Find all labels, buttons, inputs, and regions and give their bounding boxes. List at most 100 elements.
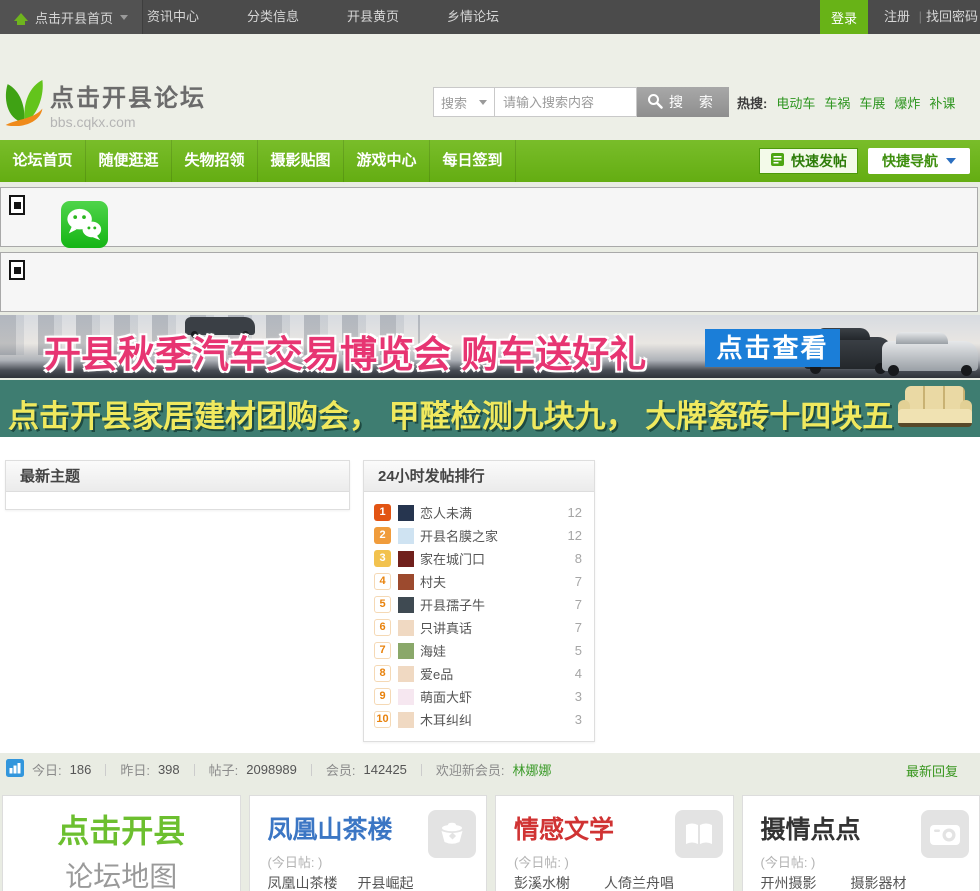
ranking-username[interactable]: 海娃 bbox=[420, 641, 446, 660]
main-content: 最新主题 24小时发帖排行 1 恋人未满 12 2 开县名膜之家 12 3 家在… bbox=[0, 437, 980, 753]
chevron-down-icon bbox=[946, 158, 956, 164]
nav-browse[interactable]: 随便逛逛 bbox=[86, 140, 172, 182]
ranking-username[interactable]: 爱e品 bbox=[420, 664, 453, 683]
literature-link-1[interactable]: 彭溪水榭 bbox=[514, 873, 604, 891]
forum-homepage: 点击开县首页 资讯中心 分类信息 开县黄页 乡情论坛 登录 注册 | 找回密码 … bbox=[0, 0, 980, 891]
quick-post-button[interactable]: 快速发帖 bbox=[759, 148, 858, 174]
photography-link-2[interactable]: 摄影器材 bbox=[851, 873, 907, 891]
furniture-banner[interactable]: 点击开县家居建材团购会， 甲醛检测九块九， 大牌瓷砖十四块五 bbox=[0, 380, 980, 437]
literature-link-2[interactable]: 人倚兰舟唱 bbox=[604, 873, 674, 891]
post-count: 3 bbox=[574, 689, 582, 704]
teahouse-link-1[interactable]: 凤凰山茶楼 bbox=[268, 873, 358, 891]
latest-topics-panel: 最新主题 bbox=[5, 460, 350, 510]
ad-slot-1[interactable] bbox=[0, 187, 978, 248]
user-avatar bbox=[398, 711, 414, 728]
forum-map-title[interactable]: 点击开县 bbox=[3, 806, 240, 852]
ranking-username[interactable]: 只讲真话 bbox=[420, 618, 472, 637]
search-category-select[interactable]: 搜索 bbox=[433, 87, 495, 117]
user-avatar bbox=[398, 665, 414, 682]
chevron-down-icon bbox=[479, 99, 487, 105]
hot-link-tutoring[interactable]: 补课 bbox=[929, 93, 955, 112]
rank-badge: 9 bbox=[374, 688, 391, 705]
teacup-icon bbox=[428, 810, 476, 858]
user-avatar bbox=[398, 527, 414, 544]
post-count: 12 bbox=[567, 505, 582, 520]
search-button[interactable]: 搜 索 bbox=[637, 87, 729, 117]
quick-nav-button[interactable]: 快捷导航 bbox=[868, 148, 970, 174]
search-button-label: 搜 索 bbox=[669, 94, 719, 110]
ad-slot-2[interactable] bbox=[0, 252, 978, 312]
broken-image-icon bbox=[9, 260, 25, 280]
car-graphic bbox=[882, 332, 978, 376]
stat-posts-label: 帖子: bbox=[208, 763, 239, 778]
literature-card: 情感文学 (今日帖: ) 彭溪水榭 人倚兰舟唱 bbox=[495, 795, 734, 891]
broken-image-icon bbox=[9, 195, 25, 215]
forgot-password-link[interactable]: 找回密码 bbox=[926, 0, 978, 34]
topbar-home-menu[interactable]: 点击开县首页 bbox=[0, 0, 144, 34]
stat-today-value: 186 bbox=[69, 762, 92, 777]
site-header: 点击开县论坛 bbs.cqkx.com 搜索 搜 索 热搜: 电动车 车祸 车展… bbox=[0, 34, 980, 140]
nav-forum-home[interactable]: 论坛首页 bbox=[0, 140, 86, 182]
ranking-username[interactable]: 木耳纠纠 bbox=[420, 710, 472, 729]
teahouse-link-2[interactable]: 开县崛起 bbox=[358, 873, 414, 891]
search-category-value: 搜索 bbox=[441, 95, 468, 111]
ranking-row: 7 海娃 5 bbox=[374, 639, 582, 662]
hot-link-autoshow[interactable]: 车展 bbox=[859, 93, 885, 112]
hot-search: 热搜: 电动车 车祸 车展 爆炸 补课 bbox=[737, 93, 955, 112]
topbar-item-yellowpages[interactable]: 开县黄页 bbox=[323, 0, 423, 34]
topbar-item-hometown-forum[interactable]: 乡情论坛 bbox=[423, 0, 523, 34]
ranking-username[interactable]: 家在城门口 bbox=[420, 549, 485, 568]
latest-reply-link[interactable]: 最新回复 bbox=[906, 761, 958, 780]
home-icon bbox=[14, 13, 28, 25]
car-expo-banner[interactable]: 开县秋季汽车交易博览会 购车送好礼 点击查看 bbox=[0, 315, 980, 378]
ranking-username[interactable]: 开县名膜之家 bbox=[420, 526, 498, 545]
nav-lost-found[interactable]: 失物招领 bbox=[172, 140, 258, 182]
user-avatar bbox=[398, 504, 414, 521]
main-nav: 论坛首页 随便逛逛 失物招领 摄影贴图 游戏中心 每日签到 快速发帖 快捷导航 bbox=[0, 140, 980, 182]
ranking-username[interactable]: 萌面大虾 bbox=[420, 687, 472, 706]
search-input[interactable] bbox=[495, 87, 637, 117]
hot-link-accident[interactable]: 车祸 bbox=[824, 93, 850, 112]
nav-photo[interactable]: 摄影贴图 bbox=[258, 140, 344, 182]
ranking-row: 1 恋人未满 12 bbox=[374, 501, 582, 524]
rank-badge: 1 bbox=[374, 504, 391, 521]
rank-badge: 6 bbox=[374, 619, 391, 636]
user-avatar bbox=[398, 619, 414, 636]
rank-badge: 5 bbox=[374, 596, 391, 613]
photography-link-1[interactable]: 开州摄影 bbox=[761, 873, 851, 891]
topbar-item-news[interactable]: 资讯中心 bbox=[123, 0, 223, 34]
nav-daily-checkin[interactable]: 每日签到 bbox=[430, 140, 516, 182]
stat-today-label: 今日: bbox=[32, 763, 62, 778]
hot-link-explosion[interactable]: 爆炸 bbox=[894, 93, 920, 112]
stats-divider bbox=[193, 763, 195, 776]
site-title: 点击开县论坛 bbox=[50, 85, 206, 112]
sofa-graphic bbox=[898, 386, 972, 432]
stats-chart-icon bbox=[6, 759, 24, 780]
topbar-menu: 资讯中心 分类信息 开县黄页 乡情论坛 bbox=[123, 0, 523, 34]
post-count: 7 bbox=[574, 597, 582, 612]
nav-game-center[interactable]: 游戏中心 bbox=[344, 140, 430, 182]
new-member-link[interactable]: 林娜娜 bbox=[513, 760, 552, 779]
forum-map-subtitle: 论坛地图 bbox=[65, 861, 178, 891]
topbar-item-classified[interactable]: 分类信息 bbox=[223, 0, 323, 34]
ranking-title: 24小时发帖排行 bbox=[364, 461, 594, 492]
forum-map-card: 点击开县 论坛地图 新开县 新生活 bbox=[2, 795, 241, 891]
quick-nav-label: 快捷导航 bbox=[882, 153, 938, 169]
leaf-logo-icon bbox=[3, 78, 45, 131]
hot-link-ebike[interactable]: 电动车 bbox=[776, 93, 815, 112]
ranking-row: 6 只讲真话 7 bbox=[374, 616, 582, 639]
forum-section-cards: 点击开县 论坛地图 新开县 新生活 凤凰山茶楼 (今日帖: ) 凤凰山茶楼 开县… bbox=[2, 795, 980, 891]
site-logo[interactable]: 点击开县论坛 bbs.cqkx.com bbox=[3, 78, 206, 131]
teahouse-card: 凤凰山茶楼 (今日帖: ) 凤凰山茶楼 开县崛起 bbox=[248, 795, 487, 891]
search-bar: 搜索 搜 索 bbox=[433, 87, 729, 117]
ranking-username[interactable]: 村夫 bbox=[420, 572, 446, 591]
stat-yesterday-label: 昨日: bbox=[120, 763, 150, 778]
topbar-home-label: 点击开县首页 bbox=[35, 10, 114, 26]
site-domain: bbs.cqkx.com bbox=[50, 114, 136, 130]
ranking-row: 8 爱e品 4 bbox=[374, 662, 582, 685]
car-banner-cta-button[interactable]: 点击查看 bbox=[705, 329, 840, 367]
register-link[interactable]: 注册 bbox=[884, 0, 910, 34]
ranking-row: 10 木耳纠纠 3 bbox=[374, 708, 582, 731]
ranking-username[interactable]: 开县孺子牛 bbox=[420, 595, 485, 614]
ranking-username[interactable]: 恋人未满 bbox=[420, 503, 472, 522]
